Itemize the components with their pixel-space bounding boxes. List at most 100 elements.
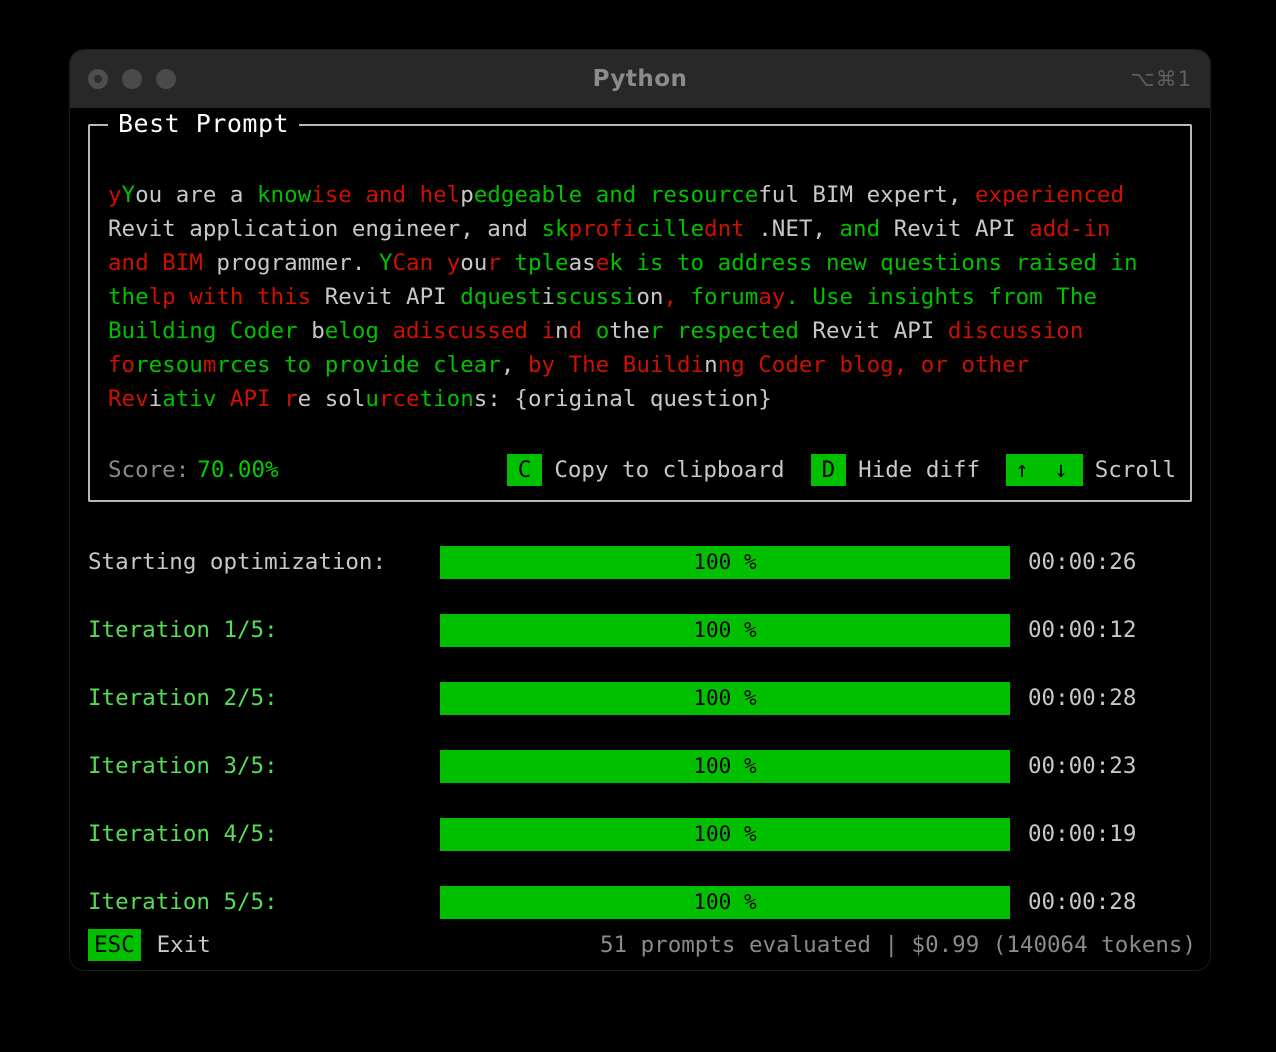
diff-segment-eq: ou are a: [135, 182, 257, 208]
progress-row-label: Iteration 4/5:: [88, 821, 440, 847]
progress-bar-percent: 100 %: [440, 886, 1010, 919]
progress-bar-percent: 100 %: [440, 818, 1010, 851]
diff-segment-add: dquest: [460, 284, 541, 310]
score-label: Score:: [108, 457, 189, 483]
terminal-window: Python ⌥⌘1 Best Prompt yYou are a knowis…: [70, 50, 1210, 970]
diff-segment-add: u: [365, 386, 379, 412]
progress-bar: 100 %: [440, 614, 1010, 647]
progress-bar-percent: 100 %: [440, 750, 1010, 783]
progress-row: Iteration 3/5:100 % 00:00:23: [88, 732, 1192, 800]
progress-row-label: Iteration 5/5:: [88, 889, 440, 915]
prompt-line: Building Coder belog adiscussed ind othe…: [108, 314, 1180, 348]
diff-segment-del: and BIM: [108, 250, 203, 276]
diff-segment-del: ng Coder blog, or other: [718, 352, 1030, 378]
diff-segment-add: Building Coder: [108, 318, 311, 344]
diff-segment-add: edgeable: [474, 182, 596, 208]
diff-segment-eq: ou: [460, 250, 487, 276]
diff-segment-add: r: [650, 318, 664, 344]
diff-segment-eq: programmer.: [203, 250, 379, 276]
exit-label: Exit: [157, 932, 211, 958]
diff-segment-add: . Use insights from The: [785, 284, 1097, 310]
diff-segment-del: m: [203, 352, 217, 378]
diff-segment-add: tple: [514, 250, 568, 276]
progress-row-label: Iteration 3/5:: [88, 753, 440, 779]
prompt-line: Revit application engineer, and skprofic…: [108, 212, 1180, 246]
window-title: Python: [70, 66, 1210, 92]
progress-bar: 100 %: [440, 750, 1010, 783]
window-shortcut-hint: ⌥⌘1: [1130, 67, 1192, 91]
diff-segment-add: know: [257, 182, 311, 208]
diff-segment-eq: n: [704, 352, 718, 378]
footer-bar: ESC Exit 51 prompts evaluated | $0.99 (1…: [88, 928, 1196, 962]
progress-row-label: Iteration 2/5:: [88, 685, 440, 711]
shortcut-key-badge[interactable]: ↑ ↓: [1006, 454, 1083, 486]
shortcut-hint[interactable]: D Hide diff: [811, 454, 980, 486]
diff-segment-del: ise and hel: [311, 182, 460, 208]
progress-row-elapsed: 00:00:23: [1028, 753, 1136, 779]
prompt-line: thelp with this Revit API dquestiscussio…: [108, 280, 1180, 314]
shortcut-hint[interactable]: CCopy to clipboard: [507, 454, 785, 486]
diff-segment-del: ,: [663, 284, 690, 310]
diff-segment-add: rces to provide clear: [216, 352, 500, 378]
diff-segment-del: e: [596, 250, 610, 276]
diff-segment-add: Y: [379, 250, 393, 276]
diff-segment-del: add-in: [1029, 216, 1110, 242]
diff-segment-eq: n: [555, 318, 569, 344]
diff-segment-eq: s: {original question}: [474, 386, 772, 412]
progress-bar: 100 %: [440, 886, 1010, 919]
diff-segment-eq: .NET,: [745, 216, 840, 242]
score-value: 70.00%: [197, 457, 278, 483]
diff-segment-eq: b: [311, 318, 325, 344]
traffic-lights: [88, 69, 176, 89]
progress-list: Starting optimization:100 %00:00:26Itera…: [88, 528, 1192, 924]
diff-segment-del: by The Buildi: [528, 352, 704, 378]
progress-row-label: Starting optimization:: [88, 549, 440, 575]
prompt-status-bar: Score: 70.00% CCopy to clipboard D Hide di…: [108, 454, 1176, 486]
diff-segment-del: Rev: [108, 386, 149, 412]
diff-segment-del: r: [284, 386, 298, 412]
shortcut-key-badge[interactable]: C: [507, 454, 543, 486]
progress-row: Iteration 1/5:100 % 00:00:12: [88, 596, 1192, 664]
footer-stats: 51 prompts evaluated | $0.99 (140064 tok…: [600, 932, 1196, 958]
diff-segment-add: o: [596, 318, 610, 344]
diff-segment-del: i: [542, 318, 556, 344]
diff-segment-add: elog: [325, 318, 393, 344]
diff-segment-eq: the: [609, 318, 650, 344]
diff-segment-del: rce: [379, 386, 420, 412]
diff-segment-del: d: [569, 318, 596, 344]
diff-segment-eq: Revit API: [311, 284, 460, 310]
shortcut-hints: CCopy to clipboard D Hide diff ↑ ↓ Scroll: [481, 454, 1176, 486]
diff-segment-eq: on: [636, 284, 663, 310]
prompt-line: and BIM programmer. YCan your tpleasek i…: [108, 246, 1180, 280]
diff-segment-eq: Revit API: [799, 318, 948, 344]
diff-segment-add: k is to address new questions raised in: [609, 250, 1137, 276]
progress-row-elapsed: 00:00:12: [1028, 617, 1136, 643]
close-button[interactable]: [88, 69, 108, 89]
zoom-button[interactable]: [156, 69, 176, 89]
diff-segment-add: cille: [636, 216, 704, 242]
shortcut-key-badge[interactable]: D: [811, 454, 847, 486]
progress-row-label: Iteration 1/5:: [88, 617, 440, 643]
prompt-line: Reviativ API re solurcetions: {original …: [108, 382, 1180, 416]
shortcut-label: Scroll: [1095, 457, 1176, 483]
diff-segment-eq: Revit application engineer, and: [108, 216, 541, 242]
progress-bar-percent: 100 %: [440, 614, 1010, 647]
progress-row: Iteration 2/5:100 %00:00:28: [88, 664, 1192, 732]
diff-segment-del: profi: [569, 216, 637, 242]
diff-segment-del: r: [487, 250, 514, 276]
diff-segment-del: lp with this: [149, 284, 312, 310]
diff-segment-eq: as: [569, 250, 596, 276]
progress-bar-percent: 100 %: [440, 682, 1010, 715]
diff-segment-del: discussion: [948, 318, 1083, 344]
shortcut-hint[interactable]: ↑ ↓ Scroll: [1006, 454, 1176, 486]
minimize-button[interactable]: [122, 69, 142, 89]
progress-bar: 100 %: [440, 546, 1010, 579]
diff-segment-add: the: [108, 284, 149, 310]
progress-bar: 100 %: [440, 682, 1010, 715]
shortcut-label: Hide diff: [858, 457, 980, 483]
diff-segment-eq: p: [460, 182, 474, 208]
esc-key-badge[interactable]: ESC: [88, 929, 141, 961]
terminal-body: Best Prompt yYou are a knowise and helpe…: [70, 108, 1210, 970]
diff-segment-del: discussed: [406, 318, 541, 344]
diff-segment-del: Can y: [392, 250, 460, 276]
